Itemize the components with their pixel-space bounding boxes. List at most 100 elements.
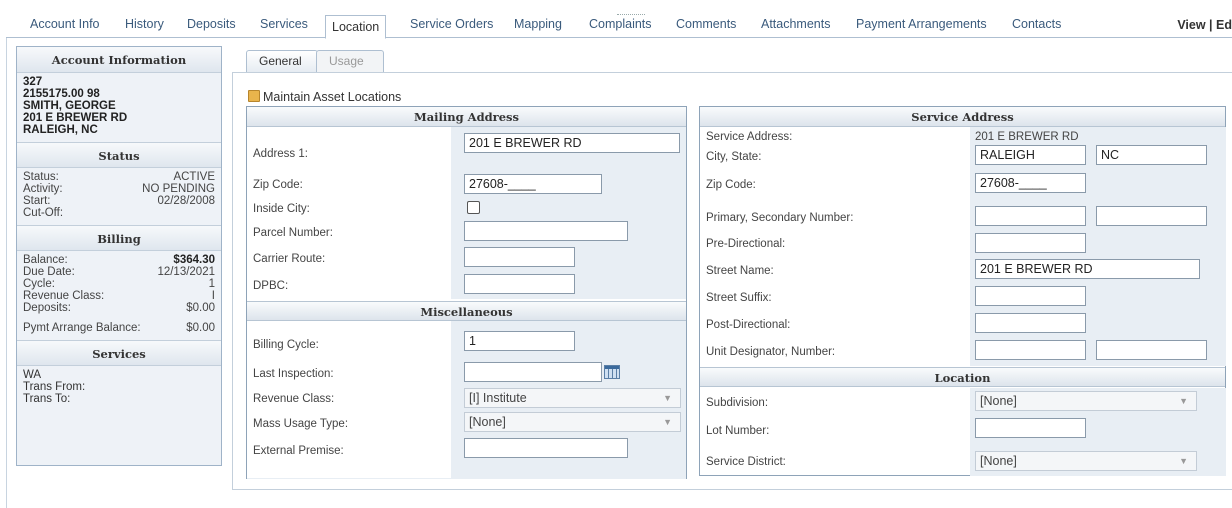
street-suffix-label: Street Suffix: bbox=[706, 292, 772, 304]
primary-secondary-label: Primary, Secondary Number: bbox=[706, 212, 854, 224]
subdivision-value: [None] bbox=[980, 394, 1017, 408]
tab-service-orders[interactable]: Service Orders bbox=[404, 13, 499, 37]
services-header: Services bbox=[17, 340, 221, 366]
lot-number-input[interactable] bbox=[975, 418, 1086, 438]
deposits-value: $0.00 bbox=[186, 302, 215, 314]
location-header: Location bbox=[700, 367, 1225, 387]
tab-complaints[interactable]: Complaints bbox=[583, 13, 658, 37]
pre-directional-input[interactable] bbox=[975, 233, 1086, 253]
service-district-value: [None] bbox=[980, 454, 1017, 468]
billing-header: Billing bbox=[17, 225, 221, 251]
service-address-value: 201 E BREWER RD bbox=[975, 131, 1079, 143]
chevron-down-icon: ▼ bbox=[663, 393, 672, 403]
tab-deposits[interactable]: Deposits bbox=[181, 13, 242, 37]
activity-row: Activity: NO PENDING bbox=[23, 183, 215, 195]
account-city: RALEIGH, NC bbox=[23, 124, 98, 136]
service-zip-input[interactable]: 27608-____ bbox=[975, 173, 1086, 193]
external-premise-input[interactable] bbox=[464, 438, 628, 458]
account-number: 327 bbox=[23, 76, 43, 88]
tab-location[interactable]: Location bbox=[325, 15, 387, 39]
maintain-title-text: Maintain Asset Locations bbox=[263, 90, 402, 104]
deposits-row: Deposits: $0.00 bbox=[23, 302, 215, 314]
subdivision-select[interactable]: [None] ▼ bbox=[975, 391, 1197, 411]
billing-cycle-input[interactable]: 1 bbox=[464, 331, 575, 351]
street-name-input[interactable]: 201 E BREWER RD bbox=[975, 259, 1200, 279]
secondary-number-input[interactable] bbox=[1096, 206, 1207, 226]
city-input[interactable]: RALEIGH bbox=[975, 145, 1086, 165]
address1-label: Address 1: bbox=[253, 148, 308, 160]
miscellaneous-header: Miscellaneous bbox=[247, 301, 686, 321]
left-border bbox=[6, 36, 7, 508]
cutoff-label: Cut-Off: bbox=[23, 207, 64, 219]
primary-number-input[interactable] bbox=[975, 206, 1086, 226]
mailing-address-header: Mailing Address bbox=[247, 107, 686, 127]
unit-designator-label: Unit Designator, Number: bbox=[706, 346, 836, 358]
state-input[interactable]: NC bbox=[1096, 145, 1207, 165]
tab-comments[interactable]: Comments bbox=[670, 13, 742, 37]
unit-designator-input[interactable] bbox=[975, 340, 1086, 360]
account-name: SMITH, GEORGE bbox=[23, 100, 116, 112]
tab-attachments[interactable]: Attachments bbox=[755, 13, 836, 37]
cycle-label: Cycle: bbox=[23, 278, 55, 290]
due-date-row: Due Date: 12/13/2021 bbox=[23, 266, 215, 278]
account-street: 201 E BREWER RD bbox=[23, 112, 128, 124]
service-district-select[interactable]: [None] ▼ bbox=[975, 451, 1197, 471]
account-summary: 327 2155175.00 98 SMITH, GEORGE 201 E BR… bbox=[17, 73, 221, 142]
account-id: 2155175.00 98 bbox=[23, 88, 100, 100]
revenue-class-select-value: [I] Institute bbox=[469, 391, 527, 405]
status-value: ACTIVE bbox=[173, 171, 215, 183]
tab-account-info[interactable]: Account Info bbox=[24, 13, 106, 37]
inside-city-checkbox[interactable] bbox=[467, 201, 480, 214]
view-edit-link[interactable]: View | Ed bbox=[1177, 18, 1232, 32]
mass-usage-type-label: Mass Usage Type: bbox=[253, 418, 349, 430]
revenue-class-row: Revenue Class: I bbox=[23, 290, 215, 302]
revenue-class-select[interactable]: [I] Institute ▼ bbox=[464, 388, 681, 408]
services-section: WA Trans From: Trans To: bbox=[17, 366, 221, 411]
start-label: Start: bbox=[23, 195, 51, 207]
tab-contacts[interactable]: Contacts bbox=[1006, 13, 1067, 37]
dpbc-input[interactable] bbox=[464, 274, 575, 294]
pymt-arrange-label: Pymt Arrange Balance: bbox=[23, 322, 141, 334]
tab-mapping[interactable]: Mapping bbox=[508, 13, 568, 37]
street-suffix-input[interactable] bbox=[975, 286, 1086, 306]
parcel-number-label: Parcel Number: bbox=[253, 227, 333, 239]
last-inspection-input[interactable] bbox=[464, 362, 602, 382]
due-date-value: 12/13/2021 bbox=[157, 266, 215, 278]
status-header: Status bbox=[17, 142, 221, 168]
zip-code-input[interactable]: 27608-____ bbox=[464, 174, 602, 194]
revenue-class-field-label: Revenue Class: bbox=[253, 393, 335, 405]
tab-payment-arrangements[interactable]: Payment Arrangements bbox=[850, 13, 993, 37]
balance-value: $364.30 bbox=[173, 254, 215, 266]
service-address-label: Service Address: bbox=[706, 131, 793, 143]
lot-number-label: Lot Number: bbox=[706, 425, 770, 437]
subtab-general[interactable]: General bbox=[246, 50, 318, 72]
subtab-usage[interactable]: Usage bbox=[316, 50, 384, 72]
trans-from: Trans From: bbox=[23, 381, 86, 393]
pre-directional-label: Pre-Directional: bbox=[706, 238, 786, 250]
tab-history[interactable]: History bbox=[119, 13, 170, 37]
city-state-label: City, State: bbox=[706, 151, 762, 163]
inside-city-label: Inside City: bbox=[253, 203, 310, 215]
subdivision-label: Subdivision: bbox=[706, 397, 769, 409]
external-premise-label: External Premise: bbox=[253, 445, 344, 457]
start-row: Start: 02/28/2008 bbox=[23, 195, 215, 207]
due-date-label: Due Date: bbox=[23, 266, 75, 278]
carrier-route-input[interactable] bbox=[464, 247, 575, 267]
mass-usage-type-select[interactable]: [None] ▼ bbox=[464, 412, 681, 432]
billing-section: Balance: $364.30 Due Date: 12/13/2021 Cycl… bbox=[17, 251, 221, 340]
unit-number-input[interactable] bbox=[1096, 340, 1207, 360]
pymt-arrange-row: Pymt Arrange Balance: $0.00 bbox=[23, 322, 215, 334]
chevron-down-icon: ▼ bbox=[663, 417, 672, 427]
tab-services[interactable]: Services bbox=[254, 13, 314, 37]
post-directional-input[interactable] bbox=[975, 313, 1086, 333]
start-value: 02/28/2008 bbox=[157, 195, 215, 207]
address1-input[interactable]: 201 E BREWER RD bbox=[464, 133, 680, 153]
service-code: WA bbox=[23, 369, 42, 381]
parcel-number-input[interactable] bbox=[464, 221, 628, 241]
cutoff-row: Cut-Off: bbox=[23, 207, 215, 219]
balance-label: Balance: bbox=[23, 254, 68, 266]
service-zip-label: Zip Code: bbox=[706, 179, 756, 191]
calendar-icon[interactable] bbox=[604, 365, 620, 379]
service-district-label: Service District: bbox=[706, 456, 786, 468]
